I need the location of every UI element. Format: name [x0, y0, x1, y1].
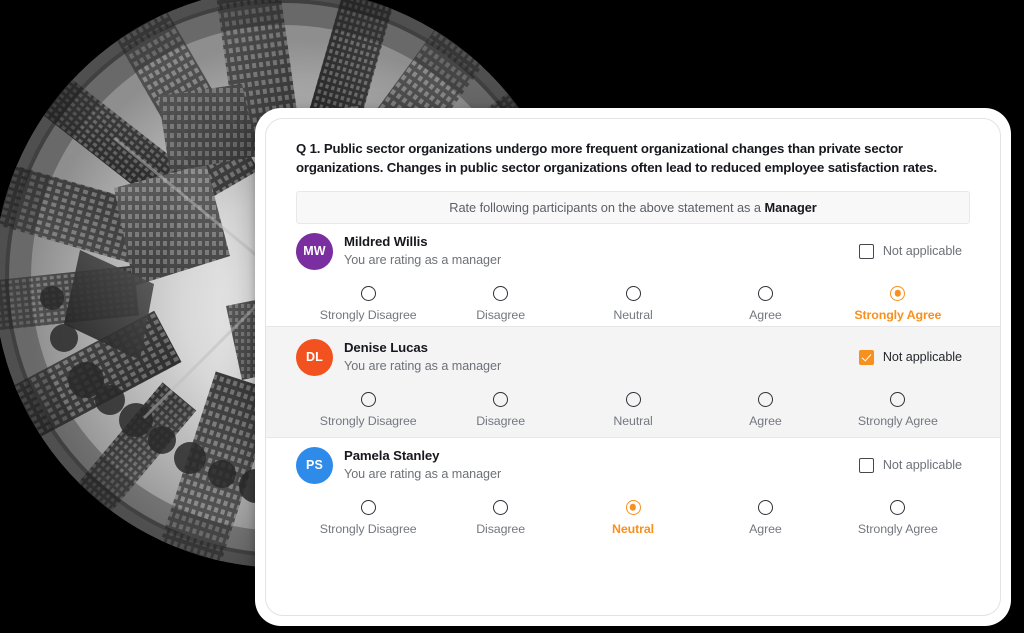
avatar: DL — [296, 338, 333, 376]
participant-row: MW Mildred Willis You are rating as a ma… — [286, 224, 980, 326]
likert-option-disagree[interactable]: Disagree — [434, 285, 566, 322]
likert-option-label: Strongly Agree — [857, 413, 938, 428]
likert-scale: Strongly Disagree Disagree Neutral Agree… — [296, 285, 970, 322]
likert-option-disagree[interactable]: Disagree — [434, 499, 566, 536]
likert-option-strongly-agree[interactable]: Strongly Agree — [832, 391, 964, 428]
participant-role: You are rating as a manager — [344, 358, 502, 373]
participant-name: Denise Lucas — [344, 340, 428, 356]
instruction-text: Rate following participants on the above… — [449, 199, 817, 215]
question-text: Q 1. Public sector organizations undergo… — [296, 141, 937, 176]
participant-row: PS Pamela Stanley You are rating as a ma… — [286, 438, 980, 540]
radio-button[interactable] — [360, 499, 376, 515]
radio-button[interactable] — [493, 391, 509, 407]
instruction-role: Manager — [764, 199, 817, 215]
likert-option-label: Neutral — [613, 413, 653, 428]
radio-button[interactable] — [625, 499, 641, 515]
likert-option-neutral[interactable]: Neutral — [567, 285, 699, 322]
participant-role: You are rating as a manager — [344, 466, 502, 481]
participant-identity: MW Mildred Willis You are rating as a ma… — [296, 232, 502, 270]
survey-card: Q 1. Public sector organizations undergo… — [265, 118, 1001, 616]
likert-option-strongly-disagree[interactable]: Strongly Disagree — [302, 499, 434, 536]
participant-role: You are rating as a manager — [344, 252, 502, 267]
not-applicable-checkbox[interactable] — [858, 349, 874, 365]
not-applicable-control[interactable]: Not applicable — [858, 457, 962, 473]
likert-option-label: Disagree — [476, 413, 525, 428]
radio-button[interactable] — [890, 499, 906, 515]
likert-option-strongly-agree[interactable]: Strongly Agree — [832, 499, 964, 536]
likert-scale: Strongly Disagree Disagree Neutral Agree… — [296, 391, 970, 428]
radio-button[interactable] — [757, 285, 773, 301]
likert-option-label: Agree — [749, 521, 782, 536]
participant-header: MW Mildred Willis You are rating as a ma… — [296, 232, 970, 270]
likert-option-label: Disagree — [476, 521, 525, 536]
radio-button[interactable] — [890, 391, 906, 407]
not-applicable-label: Not applicable — [882, 244, 962, 259]
likert-option-label: Neutral — [612, 521, 655, 536]
likert-option-strongly-disagree[interactable]: Strongly Disagree — [302, 391, 434, 428]
likert-option-agree[interactable]: Agree — [699, 391, 831, 428]
avatar: PS — [296, 446, 333, 484]
avatar: MW — [296, 232, 333, 270]
likert-option-agree[interactable]: Agree — [699, 285, 831, 322]
radio-button[interactable] — [757, 391, 773, 407]
participant-name: Mildred Willis — [344, 234, 428, 250]
likert-scale: Strongly Disagree Disagree Neutral Agree… — [296, 499, 970, 536]
not-applicable-control[interactable]: Not applicable — [858, 349, 962, 365]
not-applicable-checkbox[interactable] — [858, 243, 874, 259]
instruction-prefix: Rate following participants on the above… — [449, 199, 765, 215]
likert-option-label: Agree — [749, 413, 782, 428]
likert-option-neutral[interactable]: Neutral — [567, 391, 699, 428]
likert-option-disagree[interactable]: Disagree — [434, 391, 566, 428]
likert-option-strongly-disagree[interactable]: Strongly Disagree — [302, 285, 434, 322]
participant-identity: PS Pamela Stanley You are rating as a ma… — [296, 446, 502, 484]
radio-button[interactable] — [493, 285, 509, 301]
not-applicable-label: Not applicable — [882, 458, 962, 473]
radio-button[interactable] — [360, 285, 376, 301]
participant-header: PS Pamela Stanley You are rating as a ma… — [296, 446, 970, 484]
likert-option-label: Strongly Agree — [854, 307, 942, 322]
radio-button[interactable] — [757, 499, 773, 515]
participant-header: DL Denise Lucas You are rating as a mana… — [296, 338, 970, 376]
not-applicable-label: Not applicable — [882, 350, 962, 365]
likert-option-label: Strongly Agree — [857, 521, 938, 536]
likert-option-neutral[interactable]: Neutral — [567, 499, 699, 536]
participant-name: Pamela Stanley — [344, 448, 440, 464]
radio-button[interactable] — [625, 285, 641, 301]
not-applicable-control[interactable]: Not applicable — [858, 243, 962, 259]
radio-button[interactable] — [360, 391, 376, 407]
instruction-bar: Rate following participants on the above… — [296, 190, 970, 224]
likert-option-agree[interactable]: Agree — [699, 499, 831, 536]
radio-button[interactable] — [625, 391, 641, 407]
participant-row: DL Denise Lucas You are rating as a mana… — [266, 325, 1000, 438]
radio-button[interactable] — [890, 285, 906, 301]
likert-option-label: Neutral — [613, 307, 653, 322]
likert-option-label: Disagree — [476, 307, 525, 322]
radio-button[interactable] — [493, 499, 509, 515]
participant-identity: DL Denise Lucas You are rating as a mana… — [296, 338, 502, 376]
likert-option-label: Agree — [749, 307, 782, 322]
not-applicable-checkbox[interactable] — [858, 457, 874, 473]
likert-option-strongly-agree[interactable]: Strongly Agree — [832, 285, 964, 322]
likert-option-label: Strongly Disagree — [319, 307, 417, 322]
likert-option-label: Strongly Disagree — [319, 413, 417, 428]
likert-option-label: Strongly Disagree — [319, 521, 417, 536]
